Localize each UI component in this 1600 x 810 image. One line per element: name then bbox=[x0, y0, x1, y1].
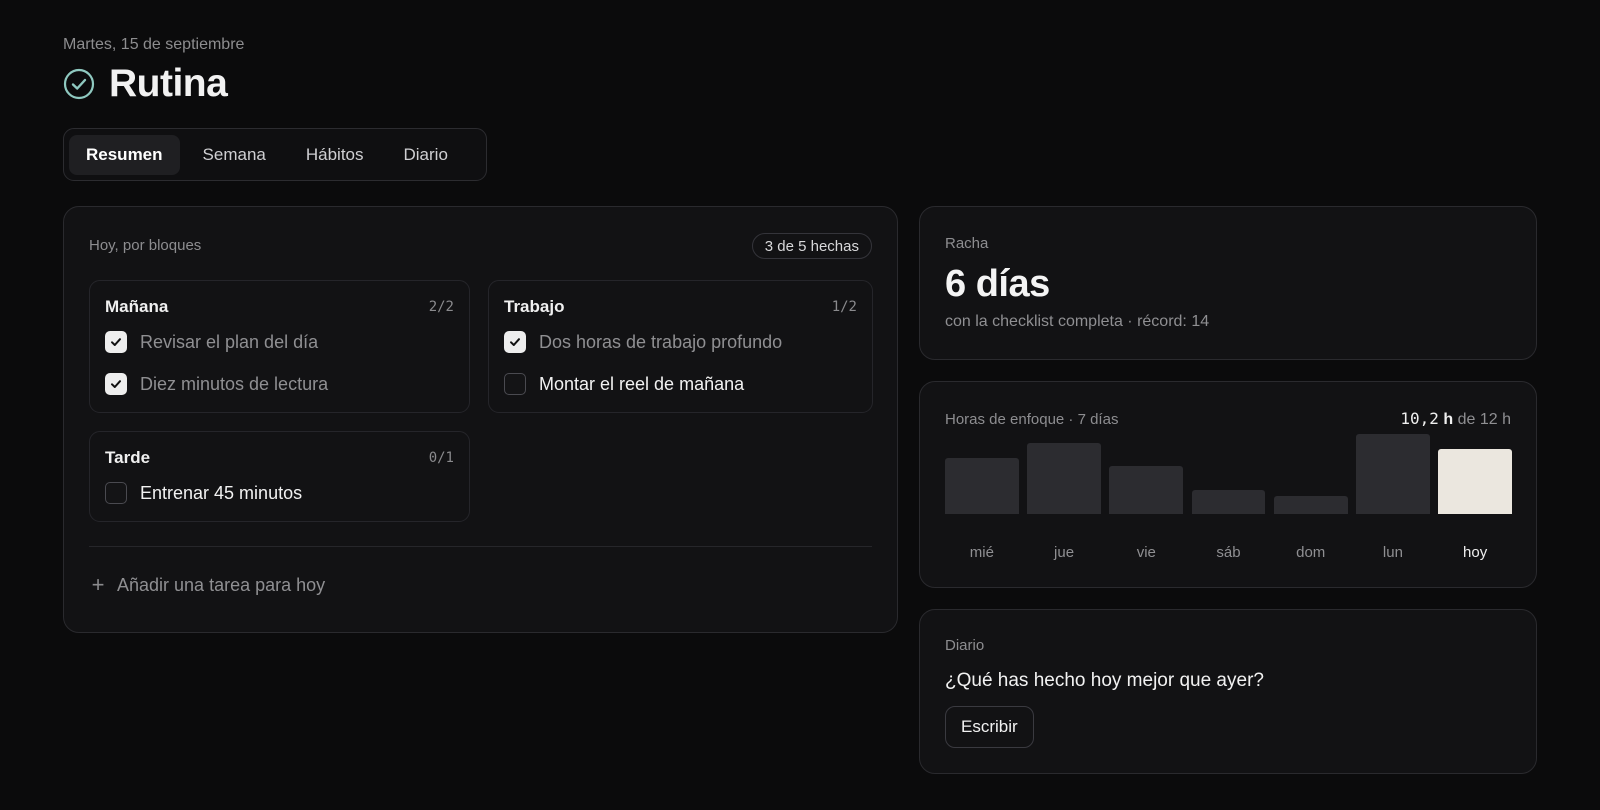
focus-bar-1 bbox=[1027, 443, 1101, 514]
block-count: 0/1 bbox=[428, 450, 454, 466]
plus-icon: + bbox=[91, 572, 105, 597]
check-icon bbox=[111, 338, 121, 346]
focus-total-value: 10,2 bbox=[1400, 409, 1439, 428]
task-label: Dos horas de trabajo profundo bbox=[539, 331, 783, 352]
diary-card: Diario ¿Qué has hecho hoy mejor que ayer… bbox=[919, 609, 1537, 774]
add-task-button[interactable]: + Añadir una tarea para hoy bbox=[89, 572, 326, 597]
streak-value: 6 días bbox=[945, 263, 1050, 305]
done-count-badge: 3 de 5 hechas bbox=[751, 233, 872, 259]
focus-bar-3 bbox=[1191, 490, 1266, 514]
page-header: Rutina bbox=[63, 62, 228, 106]
focus-bar-6 bbox=[1438, 449, 1512, 514]
checkbox-checked[interactable] bbox=[105, 373, 127, 395]
block-name: Tarde bbox=[105, 448, 151, 467]
block-manana: Mañana 2/2 Revisar el plan del día Diez … bbox=[89, 280, 470, 413]
date-label: Martes, 15 de septiembre bbox=[63, 36, 245, 53]
focus-bar-chart bbox=[945, 434, 1512, 514]
focus-total: 10,2 h de 12 h bbox=[1400, 409, 1511, 429]
block-count: 1/2 bbox=[831, 299, 857, 315]
focus-bar-label: jue bbox=[1054, 544, 1075, 561]
blocks-card-label: Hoy, por bloques bbox=[89, 237, 202, 254]
task-label: Montar el reel de mañana bbox=[539, 373, 745, 394]
task-item[interactable]: Dos horas de trabajo profundo bbox=[504, 331, 857, 353]
check-icon bbox=[510, 338, 520, 346]
block-tarde: Tarde 0/1 Entrenar 45 minutos bbox=[89, 431, 470, 522]
blocks-card: Hoy, por bloques 3 de 5 hechas Mañana 2/… bbox=[63, 206, 898, 633]
task-item[interactable]: Diez minutos de lectura bbox=[105, 373, 454, 395]
write-button[interactable]: Escribir bbox=[945, 706, 1034, 748]
tab-habitos[interactable]: Hábitos bbox=[289, 135, 381, 175]
task-item[interactable]: Montar el reel de mañana bbox=[504, 373, 857, 395]
block-trabajo: Trabajo 1/2 Dos horas de trabajo profund… bbox=[488, 280, 873, 413]
block-count: 2/2 bbox=[428, 299, 454, 315]
focus-bar-label: dom bbox=[1296, 544, 1326, 561]
task-label: Diez minutos de lectura bbox=[140, 373, 329, 394]
page-title: Rutina bbox=[109, 62, 228, 105]
divider bbox=[89, 546, 872, 547]
focus-bar-4 bbox=[1273, 496, 1348, 514]
task-label: Revisar el plan del día bbox=[140, 331, 319, 352]
focus-total-unit: h bbox=[1443, 411, 1454, 428]
focus-label: Horas de enfoque · 7 días bbox=[945, 411, 1119, 428]
focus-bar-0 bbox=[945, 458, 1019, 514]
focus-bar-label: sáb bbox=[1216, 544, 1241, 561]
diary-question: ¿Qué has hecho hoy mejor que ayer? bbox=[945, 670, 1264, 691]
add-task-label: Añadir una tarea para hoy bbox=[117, 574, 326, 595]
checkbox-unchecked[interactable] bbox=[105, 482, 127, 504]
streak-card: Racha 6 días con la checklist completa ·… bbox=[919, 206, 1537, 360]
tab-bar: Resumen Semana Hábitos Diario bbox=[63, 128, 487, 181]
focus-bar-label: mié bbox=[969, 544, 994, 561]
tab-resumen[interactable]: Resumen bbox=[69, 134, 180, 175]
streak-subtitle: con la checklist completa · récord: 14 bbox=[945, 313, 1210, 330]
task-item[interactable]: Entrenar 45 minutos bbox=[105, 482, 454, 504]
focus-bar-label: hoy bbox=[1463, 544, 1488, 561]
diary-label: Diario bbox=[945, 637, 985, 654]
checkbox-checked[interactable] bbox=[504, 331, 526, 353]
focus-hours-card: Horas de enfoque · 7 días 10,2 h de 12 h… bbox=[919, 381, 1537, 588]
check-icon bbox=[111, 380, 121, 388]
tab-diario[interactable]: Diario bbox=[387, 135, 465, 175]
checkbox-checked[interactable] bbox=[105, 331, 127, 353]
streak-label: Racha bbox=[945, 235, 989, 252]
checkbox-unchecked[interactable] bbox=[504, 373, 526, 395]
block-name: Mañana bbox=[105, 297, 169, 316]
focus-bar-2 bbox=[1109, 466, 1184, 514]
task-item[interactable]: Revisar el plan del día bbox=[105, 331, 454, 353]
focus-bar-5 bbox=[1356, 434, 1430, 514]
block-name: Trabajo bbox=[504, 297, 565, 316]
focus-bar-label: lun bbox=[1382, 544, 1403, 561]
task-label: Entrenar 45 minutos bbox=[140, 482, 303, 503]
check-circle-icon bbox=[63, 68, 95, 100]
tab-semana[interactable]: Semana bbox=[186, 135, 283, 175]
focus-total-rest: de 12 h bbox=[1457, 411, 1511, 428]
focus-bar-label: vie bbox=[1136, 544, 1156, 561]
